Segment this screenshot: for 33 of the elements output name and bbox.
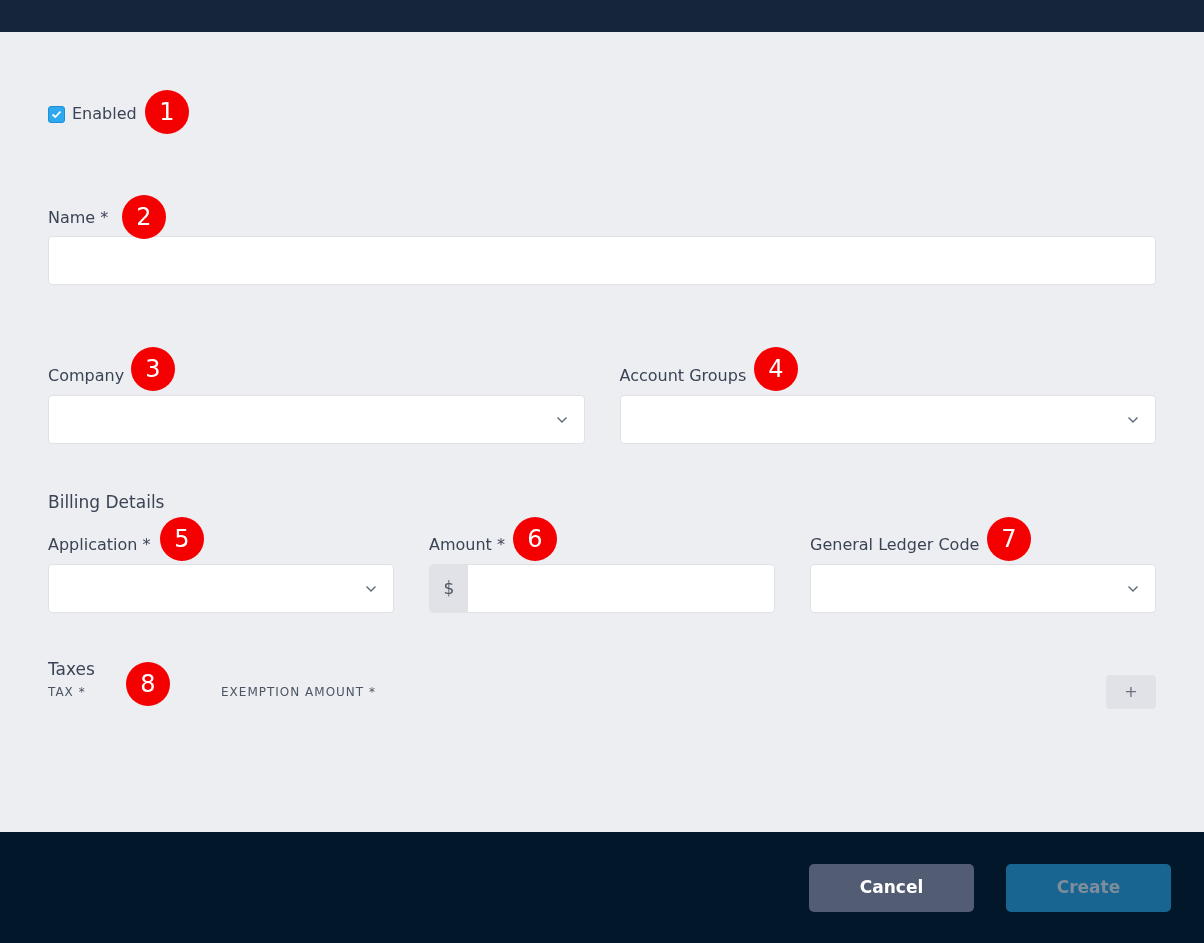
- number-marker: 6: [513, 517, 557, 561]
- field-label: Amount *: [429, 535, 505, 555]
- dropdown-select[interactable]: [48, 564, 394, 613]
- number-marker: 7: [987, 517, 1031, 561]
- cancel-button[interactable]: Cancel: [809, 863, 974, 912]
- dropdown-select[interactable]: [619, 395, 1156, 444]
- checkmark-icon: [51, 109, 62, 119]
- number-marker: 8: [126, 662, 170, 706]
- currency-prefix: $: [430, 565, 468, 612]
- field-label: General Ledger Code: [810, 535, 980, 555]
- section-title: Billing Details: [48, 491, 166, 514]
- checkbox-label: Enabled: [72, 103, 137, 125]
- text-input[interactable]: [48, 236, 1156, 285]
- number-marker: 5: [160, 517, 204, 561]
- dropdown-select[interactable]: [810, 564, 1156, 613]
- chevron-down-icon: [555, 415, 568, 424]
- chevron-down-icon: [1127, 415, 1139, 424]
- field-label: Company: [48, 366, 125, 386]
- field-label: Application *: [48, 535, 151, 555]
- dropdown-select[interactable]: [48, 395, 585, 444]
- number-marker: 4: [754, 347, 798, 391]
- chevron-down-icon: [365, 584, 377, 593]
- checkbox[interactable]: [48, 105, 65, 123]
- number-marker: 2: [122, 195, 166, 239]
- chevron-down-icon: [1127, 584, 1139, 593]
- field-label: Name *: [48, 208, 109, 228]
- number-marker: 1: [145, 90, 189, 134]
- number-marker: 3: [131, 347, 175, 391]
- section-title: Taxes: [48, 658, 96, 681]
- add-button[interactable]: +: [1106, 675, 1156, 709]
- field-label: Account Groups: [619, 366, 747, 386]
- amount-field[interactable]: $: [429, 564, 775, 613]
- column-header: EXEMPTION AMOUNT *: [221, 684, 376, 701]
